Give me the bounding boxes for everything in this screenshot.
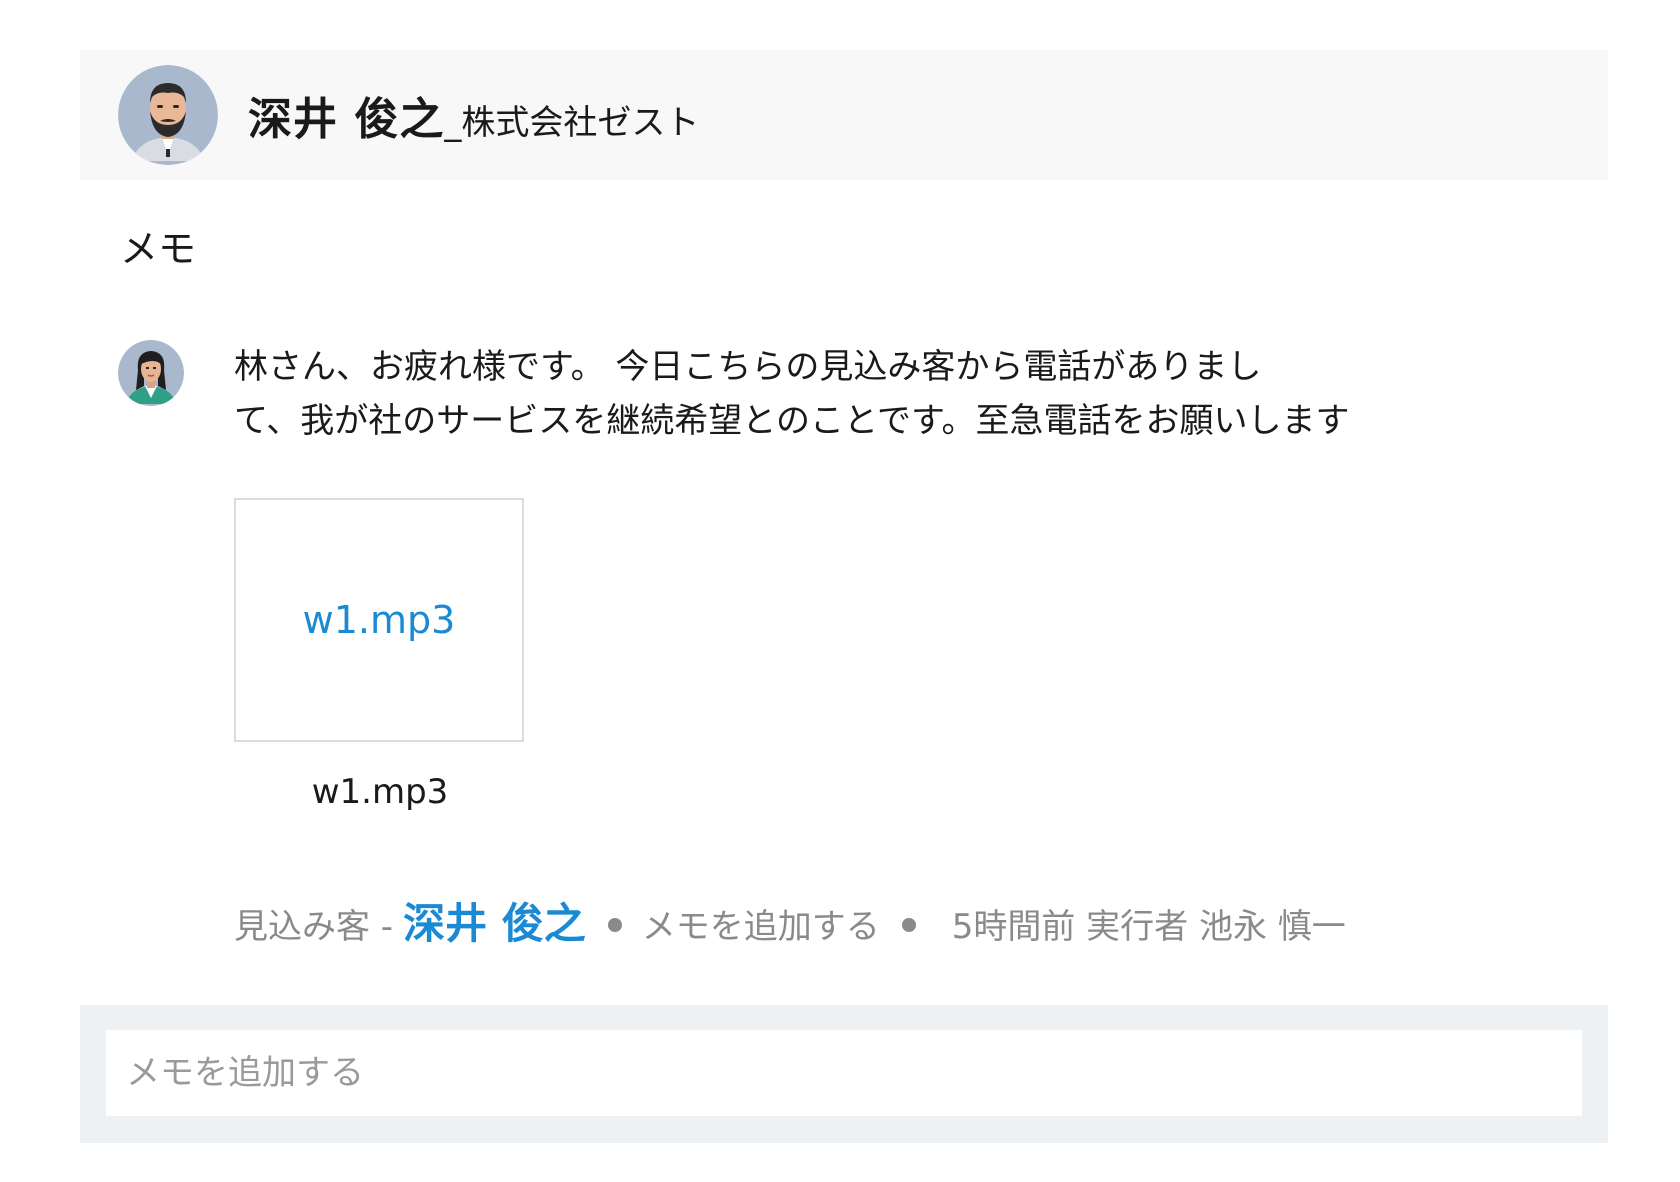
memo-text: 林さん、お疲れ様です。 今日こちらの見込み客から電話がありまし て、我が社のサー… [234,347,1350,441]
contact-header: 深井 俊之 _株式会社ゼスト [80,50,1608,180]
memo-composer [80,1005,1608,1143]
memo-author-avatar[interactable] [118,340,184,406]
contact-memo-card: 深井 俊之 _株式会社ゼスト メモ 林さん、お疲れ様です。 今日こちらの見込み客… [80,50,1608,1143]
contact-name: 深井 俊之 [248,94,445,145]
attachment-caption: w1.mp3 [311,772,449,812]
contact-title: 深井 俊之 _株式会社ゼスト [248,83,699,147]
section-title: メモ [120,227,197,271]
memo-timestamp: 5時間前 実行者 池永 慎一 [951,907,1346,947]
separator-dot-icon [607,918,622,932]
contact-avatar[interactable] [118,65,218,165]
prospect-label: 見込み客 - [234,907,394,947]
memo-meta: 見込み客 - 深井 俊之 メモを追加する 5時間前 実行者 池永 慎一 [234,890,1346,951]
woman-avatar-icon [118,340,184,406]
add-memo-input[interactable] [106,1030,1582,1116]
attachment-link[interactable]: w1.mp3 [303,598,456,642]
memo-body: 林さん、お疲れ様です。 今日こちらの見込み客から電話がありまし て、我が社のサー… [234,340,1564,948]
prospect-name-link[interactable]: 深井 俊之 [403,890,586,951]
man-with-beard-avatar-icon [118,65,218,165]
attachment: w1.mp3 w1.mp3 [234,498,526,812]
attachment-preview[interactable]: w1.mp3 [234,498,524,742]
separator-dot-icon [901,918,916,932]
contact-company: _株式会社ゼスト [444,103,700,143]
add-memo-link[interactable]: メモを追加する [642,899,880,948]
